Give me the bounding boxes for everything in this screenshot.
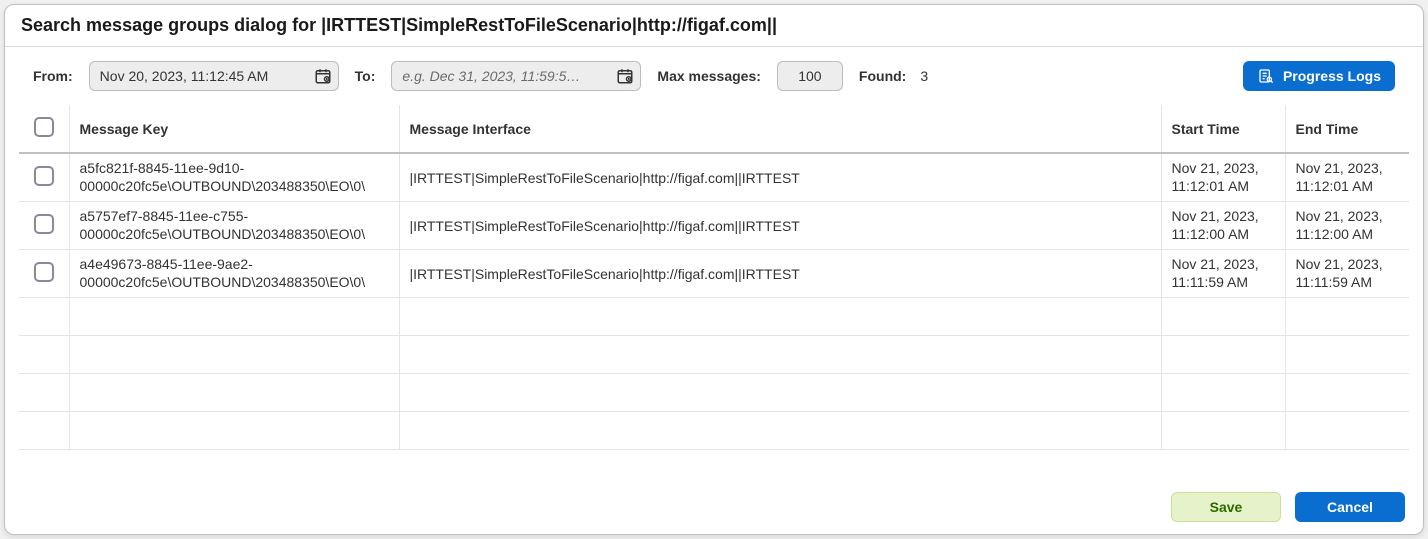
to-label: To:: [355, 68, 376, 84]
filter-bar: From: Nov 20, 2023, 11:12:45 AM To: e.g.…: [5, 47, 1423, 105]
cell-end-time: Nov 21, 2023, 11:12:00 AM: [1285, 202, 1409, 250]
found-group: Found: 3: [859, 68, 928, 84]
max-messages-value: 100: [798, 68, 821, 84]
col-start-time[interactable]: Start Time: [1161, 105, 1285, 153]
col-message-key[interactable]: Message Key: [69, 105, 399, 153]
results-table-wrap: Message Key Message Interface Start Time…: [19, 105, 1409, 450]
table-row-empty: [19, 412, 1409, 450]
search-dialog: Search message groups dialog for |IRTTES…: [4, 4, 1424, 535]
calendar-icon[interactable]: [616, 67, 634, 85]
select-all-header: [19, 105, 69, 153]
cell-start-time: Nov 21, 2023, 11:12:00 AM: [1161, 202, 1285, 250]
cell-start-time: Nov 21, 2023, 11:12:01 AM: [1161, 153, 1285, 202]
cell-message-key: a5fc821f-8845-11ee-9d10-00000c20fc5e\OUT…: [69, 153, 399, 202]
dialog-title: Search message groups dialog for |IRTTES…: [5, 5, 1423, 47]
cell-start-time: Nov 21, 2023, 11:11:59 AM: [1161, 250, 1285, 298]
table-row-empty: [19, 298, 1409, 336]
cell-message-interface: |IRTTEST|SimpleRestToFileScenario|http:/…: [399, 250, 1161, 298]
results-table: Message Key Message Interface Start Time…: [19, 105, 1409, 450]
to-date-placeholder: e.g. Dec 31, 2023, 11:59:5…: [402, 68, 608, 84]
calendar-icon[interactable]: [314, 67, 332, 85]
cell-message-interface: |IRTTEST|SimpleRestToFileScenario|http:/…: [399, 153, 1161, 202]
table-row[interactable]: a5757ef7-8845-11ee-c755-00000c20fc5e\OUT…: [19, 202, 1409, 250]
table-header-row: Message Key Message Interface Start Time…: [19, 105, 1409, 153]
cell-message-key: a5757ef7-8845-11ee-c755-00000c20fc5e\OUT…: [69, 202, 399, 250]
found-value: 3: [920, 68, 928, 84]
table-row[interactable]: a4e49673-8845-11ee-9ae2-00000c20fc5e\OUT…: [19, 250, 1409, 298]
progress-logs-label: Progress Logs: [1283, 68, 1381, 84]
save-button[interactable]: Save: [1171, 492, 1281, 522]
cell-message-key: a4e49673-8845-11ee-9ae2-00000c20fc5e\OUT…: [69, 250, 399, 298]
col-message-interface[interactable]: Message Interface: [399, 105, 1161, 153]
found-label: Found:: [859, 68, 906, 84]
select-all-checkbox[interactable]: [34, 117, 54, 137]
max-messages-input[interactable]: 100: [777, 61, 843, 91]
to-date-input[interactable]: e.g. Dec 31, 2023, 11:59:5…: [391, 61, 641, 91]
progress-logs-button[interactable]: Progress Logs: [1243, 61, 1395, 91]
cancel-button[interactable]: Cancel: [1295, 492, 1405, 522]
col-end-time[interactable]: End Time: [1285, 105, 1409, 153]
table-row-empty: [19, 374, 1409, 412]
row-checkbox[interactable]: [34, 214, 54, 234]
row-checkbox[interactable]: [34, 166, 54, 186]
cell-end-time: Nov 21, 2023, 11:11:59 AM: [1285, 250, 1409, 298]
max-messages-label: Max messages:: [657, 68, 761, 84]
cell-end-time: Nov 21, 2023, 11:12:01 AM: [1285, 153, 1409, 202]
cell-message-interface: |IRTTEST|SimpleRestToFileScenario|http:/…: [399, 202, 1161, 250]
row-checkbox[interactable]: [34, 262, 54, 282]
from-date-input[interactable]: Nov 20, 2023, 11:12:45 AM: [89, 61, 339, 91]
search-list-icon: [1257, 67, 1275, 85]
table-row-empty: [19, 336, 1409, 374]
from-date-value: Nov 20, 2023, 11:12:45 AM: [100, 68, 306, 84]
from-label: From:: [33, 68, 73, 84]
table-row[interactable]: a5fc821f-8845-11ee-9d10-00000c20fc5e\OUT…: [19, 153, 1409, 202]
